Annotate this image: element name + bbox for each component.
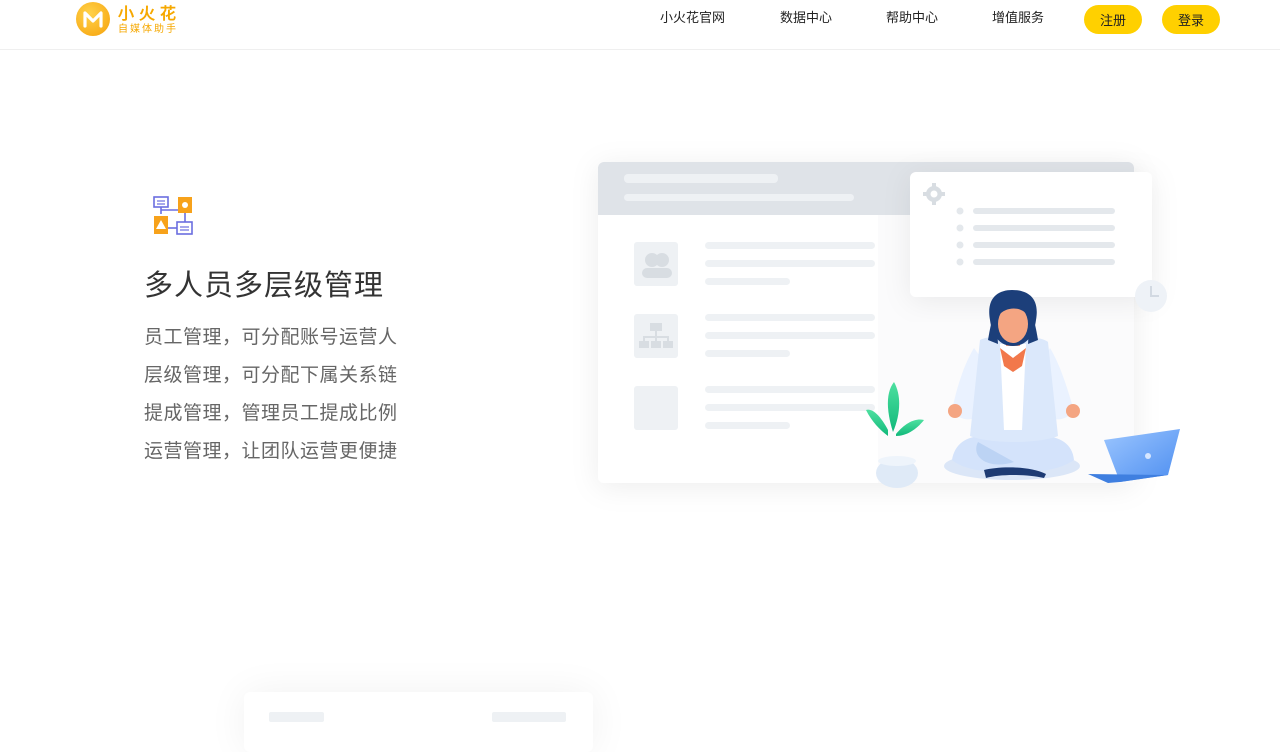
- next-section-card: [244, 692, 593, 752]
- nav-link-help-center[interactable]: 帮助中心: [886, 11, 938, 27]
- top-navbar: 小火花 自媒体助手 小火花官网 数据中心 帮助中心 增值服务 注册 登录: [0, 0, 1280, 50]
- register-button[interactable]: 注册: [1084, 5, 1142, 34]
- placeholder-bar: [492, 712, 566, 722]
- nav-link-official-site[interactable]: 小火花官网: [660, 11, 725, 27]
- placeholder-bar: [269, 712, 324, 722]
- brand-logo[interactable]: 小火花 自媒体助手: [76, 0, 181, 40]
- feature-title: 多人员多层级管理: [144, 268, 385, 302]
- brand-title: 小火花: [118, 3, 182, 23]
- nav-link-value-added[interactable]: 增值服务: [992, 11, 1044, 27]
- team-management-illustration: [560, 130, 1200, 530]
- feature-item-staff: 员工管理，可分配账号运营人: [144, 326, 398, 348]
- hierarchy-icon: [153, 196, 193, 236]
- feature-item-hierarchy: 层级管理，可分配下属关系链: [144, 364, 398, 386]
- feature-item-commission: 提成管理，管理员工提成比例: [144, 402, 398, 424]
- feature-item-operations: 运营管理，让团队运营更便捷: [144, 440, 398, 462]
- logo-m-icon: [76, 2, 110, 36]
- nav-link-data-center[interactable]: 数据中心: [780, 11, 832, 27]
- feature-list: 员工管理，可分配账号运营人 层级管理，可分配下属关系链 提成管理，管理员工提成比…: [144, 318, 398, 470]
- brand-subtitle: 自媒体助手: [118, 23, 178, 35]
- login-button[interactable]: 登录: [1162, 5, 1220, 34]
